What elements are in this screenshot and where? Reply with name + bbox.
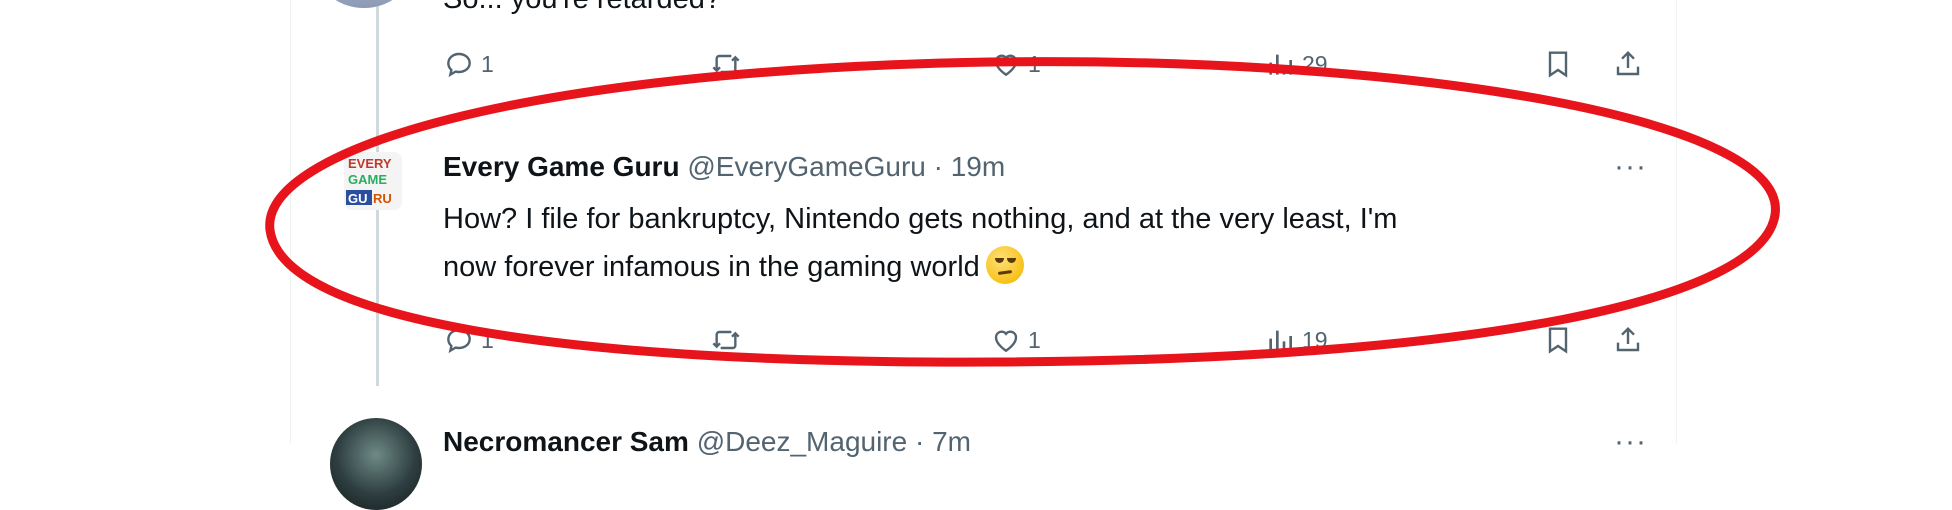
main-tweet-text-line-1: How? I file for bankruptcy, Nintendo get… — [443, 203, 1398, 235]
separator: · — [933, 151, 943, 182]
reply-icon — [447, 52, 471, 78]
next-separator: · — [915, 426, 925, 457]
svg-text:GAME: GAME — [348, 172, 387, 187]
main-retweet-button[interactable] — [710, 324, 742, 356]
main-bookmark-button[interactable] — [1542, 324, 1574, 356]
prev-share-button[interactable] — [1612, 48, 1644, 80]
prev-views-count: 29 — [1302, 50, 1328, 77]
main-tweet-text-line-2: now forever infamous in the gaming world — [443, 246, 1024, 288]
prev-tweet-text: So... you're retarded? — [443, 0, 721, 20]
next-tweet-header: Necromancer Sam @Deez_Maguire · 7m — [443, 425, 971, 459]
avatar-logo: EVERY GAME GU RU — [346, 156, 392, 206]
next-author-handle[interactable]: @Deez_Maguire — [697, 426, 908, 457]
next-author-name[interactable]: Necromancer Sam — [443, 426, 689, 457]
main-like-count: 1 — [1028, 326, 1041, 353]
prev-retweet-button[interactable] — [710, 48, 742, 80]
next-more-icon[interactable]: ··· — [1614, 425, 1647, 459]
svg-text:EVERY: EVERY — [348, 156, 392, 171]
main-views-count: 19 — [1302, 326, 1328, 353]
bookmark-icon — [1548, 327, 1568, 354]
main-like-button[interactable]: 1 — [990, 324, 1041, 356]
views-icon — [1269, 330, 1292, 351]
main-reply-count: 1 — [481, 326, 494, 353]
prev-like-count: 1 — [1028, 50, 1041, 77]
prev-views-button[interactable]: 29 — [1264, 48, 1328, 80]
svg-text:RU: RU — [373, 191, 392, 206]
bookmark-icon — [1548, 51, 1568, 78]
next-tweet-time[interactable]: 7m — [932, 426, 971, 457]
tweet-time[interactable]: 19m — [951, 151, 1005, 182]
prev-reply-count: 1 — [481, 50, 494, 77]
reply-icon — [447, 328, 471, 354]
share-icon — [1616, 326, 1640, 352]
rolling-eyes-emoji-icon — [985, 246, 1024, 284]
main-views-button[interactable]: 19 — [1264, 324, 1328, 356]
like-icon — [994, 54, 1018, 77]
svg-text:GU: GU — [348, 191, 368, 206]
main-share-button[interactable] — [1612, 324, 1644, 356]
retweet-icon — [712, 54, 740, 74]
views-icon — [1269, 54, 1292, 75]
prev-reply-button[interactable]: 1 — [443, 48, 494, 80]
share-icon — [1616, 50, 1640, 76]
prev-like-button[interactable]: 1 — [990, 48, 1041, 80]
next-avatar[interactable] — [330, 418, 422, 510]
main-avatar[interactable]: EVERY GAME GU RU — [344, 152, 402, 210]
retweet-icon — [712, 330, 740, 350]
prev-bookmark-button[interactable] — [1542, 48, 1574, 80]
main-tweet-header: Every Game Guru @EveryGameGuru · 19m — [443, 150, 1005, 184]
like-icon — [994, 330, 1018, 353]
more-icon[interactable]: ··· — [1614, 150, 1647, 184]
main-reply-button[interactable]: 1 — [443, 324, 494, 356]
main-tweet-text-line-2-text: now forever infamous in the gaming world — [443, 251, 980, 283]
author-name[interactable]: Every Game Guru — [443, 151, 680, 182]
author-handle[interactable]: @EveryGameGuru — [687, 151, 926, 182]
